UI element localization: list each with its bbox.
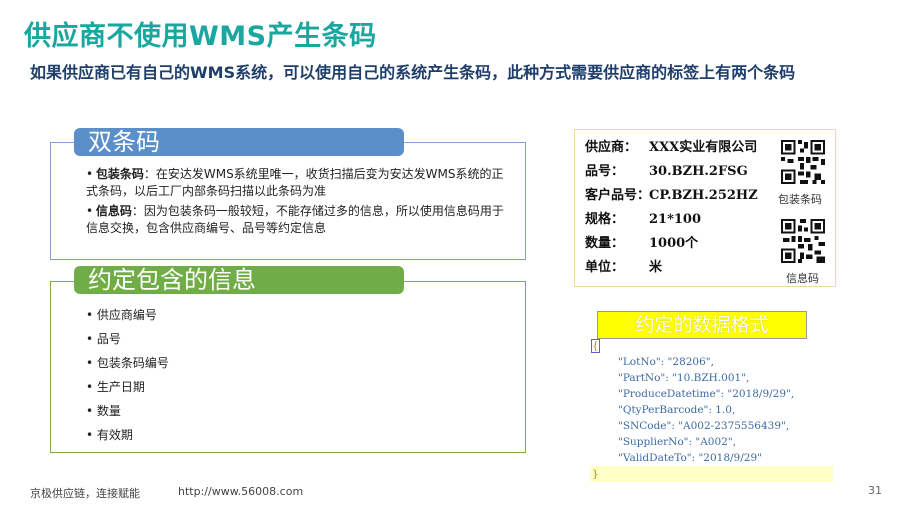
supplier-label-card: 供应商： XXX实业有限公司 品号： 30.BZH.2FSG 客户品号：CP.BZH… <box>574 129 836 287</box>
dual-barcode-list: • 包装条码：在安达发WMS系统里唯一，收货扫描后变为安达发WMS系统的正式条码… <box>86 166 506 240</box>
item-term: 信息码 <box>95 204 132 218</box>
label-row: 数量： 1000个 <box>585 236 699 251</box>
footer-url: http://www.56008.com <box>178 485 304 498</box>
list-item: • 生产日期 <box>86 380 145 394</box>
package-barcode-qr-icon <box>781 140 825 184</box>
slide-title: 供应商不使用WMS产生条码 <box>24 21 377 52</box>
package-barcode-caption: 包装条码 <box>778 193 822 206</box>
page-number: 31 <box>868 484 882 497</box>
agreed-info-header: 约定包含的信息 <box>74 266 404 294</box>
json-line: "ValidDateTo": "2018/9/29" <box>618 452 762 464</box>
item-text: ：在安达发WMS系统里唯一，收货扫描后变为安达发WMS系统的正式条码，以后工厂内… <box>86 167 504 198</box>
json-line: "QtyPerBarcode": 1.0, <box>618 404 736 416</box>
label-row: 单位：米 <box>585 260 663 275</box>
json-close-brace: } <box>590 466 833 482</box>
list-item: • 包装条码：在安达发WMS系统里唯一，收货扫描后变为安达发WMS系统的正式条码… <box>86 167 504 198</box>
list-item: • 品号 <box>86 332 121 346</box>
json-line: "SupplierNo": "A002", <box>618 436 737 448</box>
label-fields: 供应商： XXX实业有限公司 品号： 30.BZH.2FSG 客户品号：CP.BZH… <box>585 136 758 280</box>
label-row: 品号： 30.BZH.2FSG <box>585 164 748 179</box>
agreed-info-list: • 供应商编号 • 品号 • 包装条码编号 • 生产日期 • 数量 • 有效期 <box>86 303 386 447</box>
item-term: 包装条码 <box>95 167 144 181</box>
list-item: • 供应商编号 <box>86 308 157 322</box>
dual-barcode-header: 双条码 <box>74 128 404 156</box>
label-row: 供应商： XXX实业有限公司 <box>585 140 758 155</box>
list-item: • 有效期 <box>86 428 133 442</box>
json-line: "PartNo": "10.BZH.001", <box>618 372 750 384</box>
label-row: 规格： 21*100 <box>585 212 702 227</box>
json-line: "ProduceDatetime": "2018/9/29", <box>618 388 795 400</box>
item-text: ：因为包装条码一般较短，不能存储过多的信息，所以使用信息码用于信息交换，包含供应… <box>86 204 504 235</box>
json-sample: { "LotNo": "28206", "PartNo": "10.BZH.00… <box>590 338 833 482</box>
list-item: • 包装条码编号 <box>86 356 169 370</box>
list-item: • 信息码：因为包装条码一般较短，不能存储过多的信息，所以使用信息码用于信息交换… <box>86 204 504 235</box>
json-open-brace: { <box>591 339 600 353</box>
json-line: "SNCode": "A002-2375556439", <box>618 420 790 432</box>
info-code-caption: 信息码 <box>786 272 819 285</box>
footer-slogan: 京极供应链，连接赋能 <box>30 487 140 500</box>
label-row: 客户品号：CP.BZH.252HZ <box>585 188 758 203</box>
list-item: • 数量 <box>86 404 121 418</box>
info-code-qr-icon <box>781 219 825 263</box>
data-format-title: 约定的数据格式 <box>597 311 807 339</box>
slide-subtitle: 如果供应商已有自己的WMS系统，可以使用自己的系统产生条码，此种方式需要供应商的… <box>30 63 796 82</box>
json-line: "LotNo": "28206", <box>618 356 714 368</box>
